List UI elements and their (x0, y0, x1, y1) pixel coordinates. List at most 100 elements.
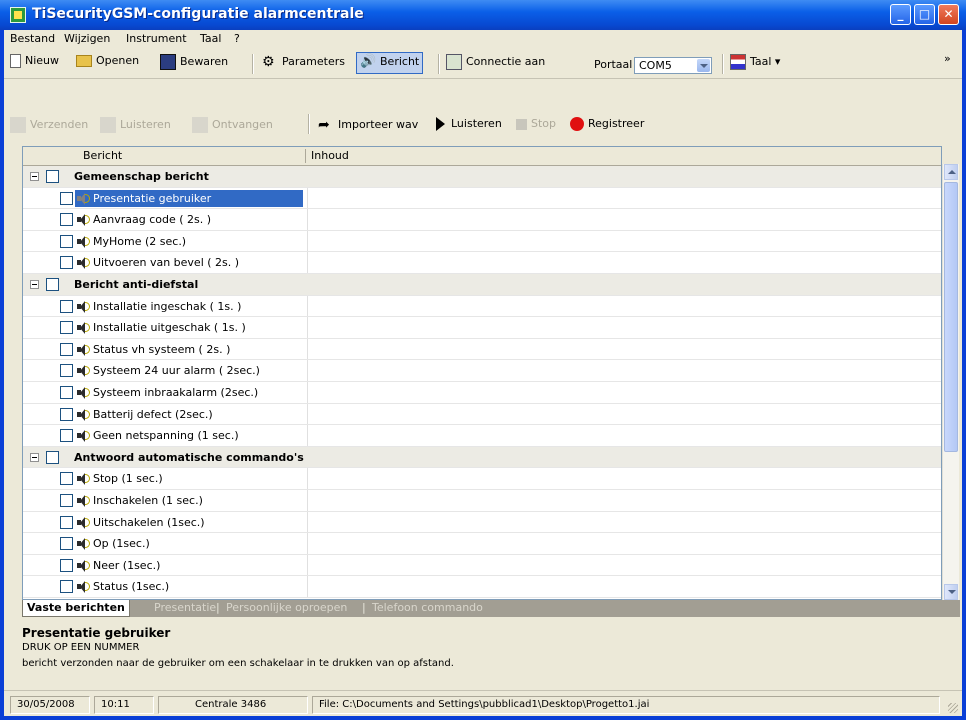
message-row[interactable]: Uitschakelen (1sec.) (23, 511, 941, 534)
message-row[interactable]: Presentatie gebruiker (23, 187, 941, 210)
message-checkbox[interactable] (60, 364, 73, 378)
message-checkbox[interactable] (60, 493, 73, 507)
message-checkbox[interactable] (60, 213, 73, 227)
listen-icon (100, 117, 116, 133)
message-checkbox[interactable] (60, 342, 73, 356)
menu-help[interactable]: ? (234, 32, 240, 45)
importeer-button[interactable]: ➦ Importeer wav (318, 117, 418, 135)
speaker-icon (77, 343, 91, 356)
vertical-scrollbar[interactable] (942, 164, 959, 600)
column-separator[interactable] (305, 149, 306, 163)
nieuw-button[interactable]: Nieuw (10, 54, 59, 72)
scroll-down-icon[interactable] (944, 584, 958, 600)
speaker-icon (77, 537, 91, 551)
tab-telefoon-commando[interactable]: Telefoon commando (372, 600, 483, 617)
tab-persoonlijke-oproepen[interactable]: Persoonlijke oproepen (226, 600, 347, 617)
message-row[interactable]: Installatie uitgeschak ( 1s. ) (23, 317, 941, 339)
scroll-up-icon[interactable] (944, 164, 958, 180)
message-row[interactable]: Installatie ingeschak ( 1s. ) (23, 295, 941, 318)
minimize-button[interactable]: _ (890, 4, 911, 25)
taal-dropdown[interactable]: Taal ▾ (730, 54, 780, 72)
message-row[interactable]: Uitvoeren van bevel ( 2s. ) (23, 252, 941, 274)
title-bar[interactable]: TiSecurityGSM-configuratie alarmcentrale… (0, 0, 966, 30)
bericht-button[interactable]: 🔊 Bericht (356, 52, 424, 74)
chevron-down-icon[interactable] (697, 59, 710, 72)
message-checkbox[interactable] (60, 515, 73, 529)
message-checkbox[interactable] (60, 580, 73, 594)
message-row[interactable]: Neer (1sec.) (23, 554, 941, 577)
connectie-button[interactable]: Connectie aan (446, 54, 545, 72)
message-row[interactable]: Systeem inbraakalarm (2sec.) (23, 381, 941, 404)
luisteren-disabled-button[interactable]: Luisteren (100, 117, 171, 135)
message-row[interactable]: Op (1sec.) (23, 533, 941, 555)
group-row[interactable]: Gemeenschap bericht (23, 166, 941, 188)
collapse-icon[interactable] (30, 279, 39, 289)
send-icon (10, 117, 26, 133)
message-row[interactable]: Stop (1 sec.) (23, 468, 941, 490)
status-file: File: C:\Documents and Settings\pubblica… (312, 696, 940, 714)
message-label: Inschakelen (1 sec.) (93, 493, 203, 507)
menu-wijzigen[interactable]: Wijzigen (64, 32, 110, 45)
menu-bar: Bestand Wijzigen Instrument Taal ? (4, 30, 962, 48)
ontvangen-button[interactable]: Ontvangen (192, 117, 273, 135)
openen-label: Openen (96, 54, 140, 67)
message-row[interactable]: Batterij defect (2sec.) (23, 403, 941, 426)
message-row[interactable]: Status (1sec.) (23, 576, 941, 598)
resize-grip-icon[interactable] (948, 703, 958, 713)
scroll-thumb[interactable] (944, 182, 958, 452)
group-checkbox[interactable] (46, 277, 59, 291)
message-row[interactable]: Status vh systeem ( 2s. ) (23, 338, 941, 361)
message-checkbox[interactable] (60, 256, 73, 270)
toolbar-separator (252, 54, 254, 74)
registreer-button[interactable]: Registreer (570, 117, 644, 135)
toolbar-separator (308, 114, 310, 134)
message-checkbox[interactable] (60, 321, 73, 335)
new-file-icon (10, 54, 21, 68)
message-checkbox[interactable] (60, 385, 73, 399)
collapse-icon[interactable] (30, 452, 39, 462)
group-row[interactable]: Bericht anti-diefstal (23, 273, 941, 296)
column-header-bericht[interactable]: Bericht (83, 149, 122, 162)
tab-vaste-berichten[interactable]: Vaste berichten (22, 600, 130, 617)
message-checkbox[interactable] (60, 407, 73, 421)
group-checkbox[interactable] (46, 450, 59, 464)
bewaren-button[interactable]: Bewaren (160, 54, 228, 72)
speaker-icon (77, 321, 91, 335)
message-checkbox[interactable] (60, 472, 73, 486)
message-row[interactable]: Geen netspanning (1 sec.) (23, 425, 941, 447)
group-row[interactable]: Antwoord automatische commando's (23, 446, 941, 469)
message-checkbox[interactable] (60, 537, 73, 551)
verzenden-button[interactable]: Verzenden (10, 117, 88, 135)
maximize-button[interactable]: □ (914, 4, 935, 25)
message-checkbox[interactable] (60, 191, 73, 205)
close-button[interactable]: ✕ (938, 4, 959, 25)
message-label: Op (1sec.) (93, 537, 150, 551)
message-label: Presentatie gebruiker (93, 191, 212, 205)
main-toolbar: Nieuw Openen Bewaren ⚙ Parameters 🔊 Berich… (4, 48, 962, 79)
luisteren-disabled-label: Luisteren (120, 118, 171, 131)
poort-select[interactable]: COM5 (634, 57, 712, 74)
collapse-icon[interactable] (30, 172, 39, 181)
message-row[interactable]: Inschakelen (1 sec.) (23, 489, 941, 512)
message-row[interactable]: Aanvraag code ( 2s. ) (23, 209, 941, 231)
tab-presentatie[interactable]: Presentatie (154, 600, 216, 617)
grid-header: Bericht Inhoud (23, 147, 941, 166)
group-checkbox[interactable] (46, 170, 59, 183)
menu-instrument[interactable]: Instrument (126, 32, 187, 45)
message-row[interactable]: Systeem 24 uur alarm ( 2sec.) (23, 360, 941, 382)
message-row[interactable]: MyHome (2 sec.) (23, 230, 941, 253)
luisteren-button[interactable]: Luisteren (436, 117, 502, 135)
message-checkbox[interactable] (60, 299, 73, 313)
toolbar-overflow-button[interactable]: » (944, 52, 951, 70)
message-checkbox[interactable] (60, 234, 73, 248)
stop-button[interactable]: Stop (516, 117, 556, 135)
menu-taal[interactable]: Taal (200, 32, 221, 45)
menu-bestand[interactable]: Bestand (10, 32, 55, 45)
save-icon (160, 54, 176, 70)
message-checkbox[interactable] (60, 558, 73, 572)
openen-button[interactable]: Openen (76, 54, 139, 72)
column-header-inhoud[interactable]: Inhoud (311, 149, 349, 162)
parameters-button[interactable]: ⚙ Parameters (262, 54, 345, 72)
language-flags-icon (730, 54, 746, 70)
message-checkbox[interactable] (60, 429, 73, 443)
